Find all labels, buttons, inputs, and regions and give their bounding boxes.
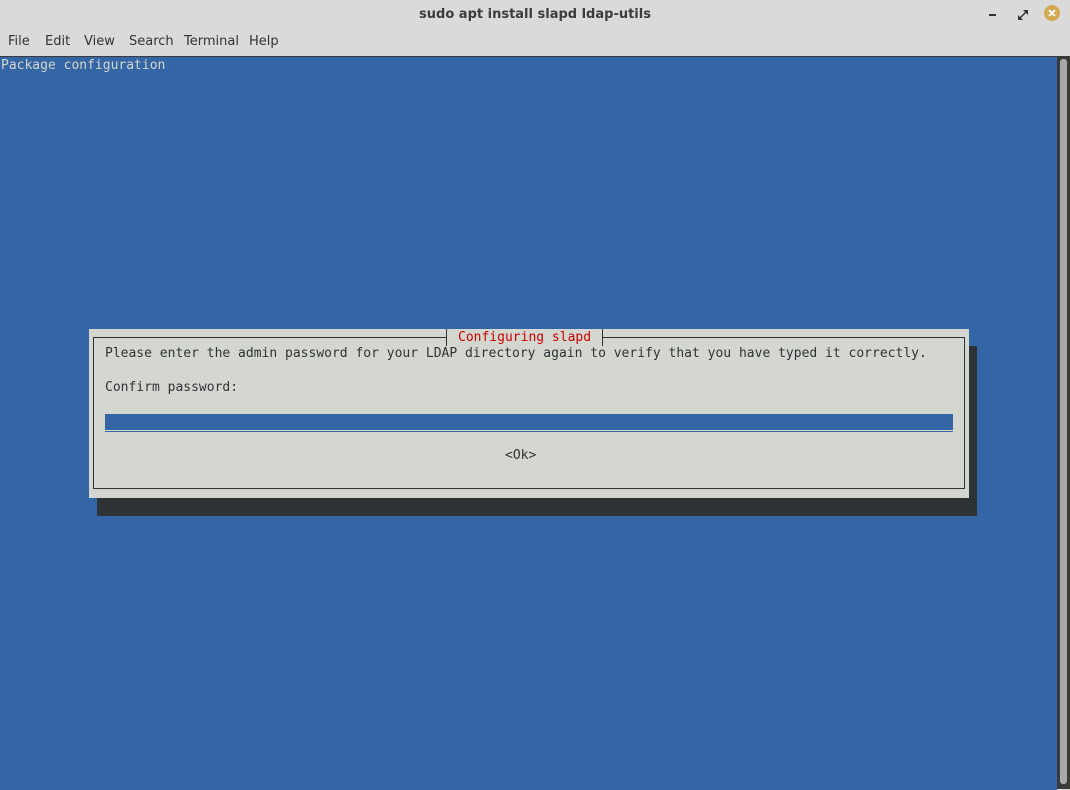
scrollbar-thumb[interactable] bbox=[1060, 59, 1067, 784]
confirm-password-input[interactable] bbox=[105, 414, 953, 432]
maximize-button[interactable] bbox=[1014, 6, 1032, 24]
window-title: sudo apt install slapd ldap-utils bbox=[419, 7, 651, 22]
menu-view[interactable]: View bbox=[84, 34, 115, 49]
menu-bar: File Edit View Search Terminal Help bbox=[0, 30, 1070, 55]
dialog-title: Configuring slapd bbox=[446, 329, 604, 346]
dialog-message: Please enter the admin password for your… bbox=[105, 346, 927, 361]
menu-terminal[interactable]: Terminal bbox=[184, 34, 239, 49]
close-button[interactable] bbox=[1044, 5, 1060, 21]
menu-edit[interactable]: Edit bbox=[45, 34, 70, 49]
menu-help[interactable]: Help bbox=[249, 34, 279, 49]
close-icon bbox=[1048, 9, 1056, 17]
menu-file[interactable]: File bbox=[8, 34, 30, 49]
ok-button[interactable]: <Ok> bbox=[505, 448, 536, 463]
configure-dialog: Configuring slapd Please enter the admin… bbox=[89, 329, 969, 498]
title-bar: sudo apt install slapd ldap-utils bbox=[0, 0, 1070, 30]
package-configuration-header: Package configuration bbox=[1, 58, 166, 73]
minimize-button[interactable] bbox=[984, 6, 1002, 24]
confirm-password-label: Confirm password: bbox=[105, 380, 239, 395]
menu-search[interactable]: Search bbox=[129, 34, 174, 49]
maximize-icon bbox=[1018, 10, 1028, 20]
scrollbar[interactable] bbox=[1057, 56, 1070, 789]
